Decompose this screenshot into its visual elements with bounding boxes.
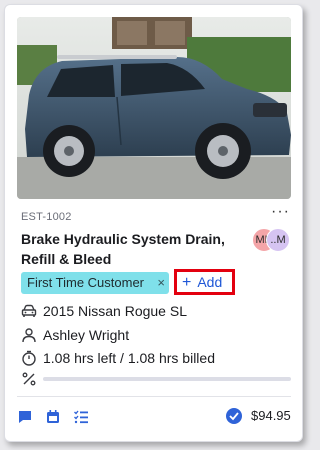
check-circle-icon [226,408,242,424]
customer-tag: First Time Customer × [21,272,169,294]
car-icon [21,304,37,317]
avatar[interactable]: ..M [266,228,290,252]
chat-icon[interactable] [17,409,33,425]
divider [17,396,291,397]
progress-bar [43,377,291,381]
stopwatch-icon [22,350,36,366]
total-amount: $94.95 [251,408,291,423]
plus-icon: + [182,274,192,291]
person-icon [22,328,36,343]
estimate-number: EST-1002 [21,211,72,223]
vehicle-photo [17,17,291,199]
customer-name: Ashley Wright [43,327,130,343]
percent-icon [22,372,36,386]
add-button-label: Add [197,274,223,290]
vehicle-name: 2015 Nissan Rogue SL [43,303,187,319]
service-title: Brake Hydraulic System Drain, Refill & B… [21,231,225,267]
hours-summary: 1.08 hrs left / 1.08 hrs billed [43,350,215,366]
calendar-icon[interactable] [45,409,61,425]
add-tag-button[interactable]: + Add [174,269,235,295]
more-options-icon[interactable]: ··· [271,203,290,221]
checklist-icon[interactable] [73,409,89,425]
estimate-card[interactable]: EST-1002 ··· Brake Hydraulic System Drai… [4,4,303,442]
remove-tag-icon[interactable]: × [157,272,165,294]
tag-label: First Time Customer [27,275,145,290]
assignee-avatars[interactable]: MH ..M [252,228,296,254]
